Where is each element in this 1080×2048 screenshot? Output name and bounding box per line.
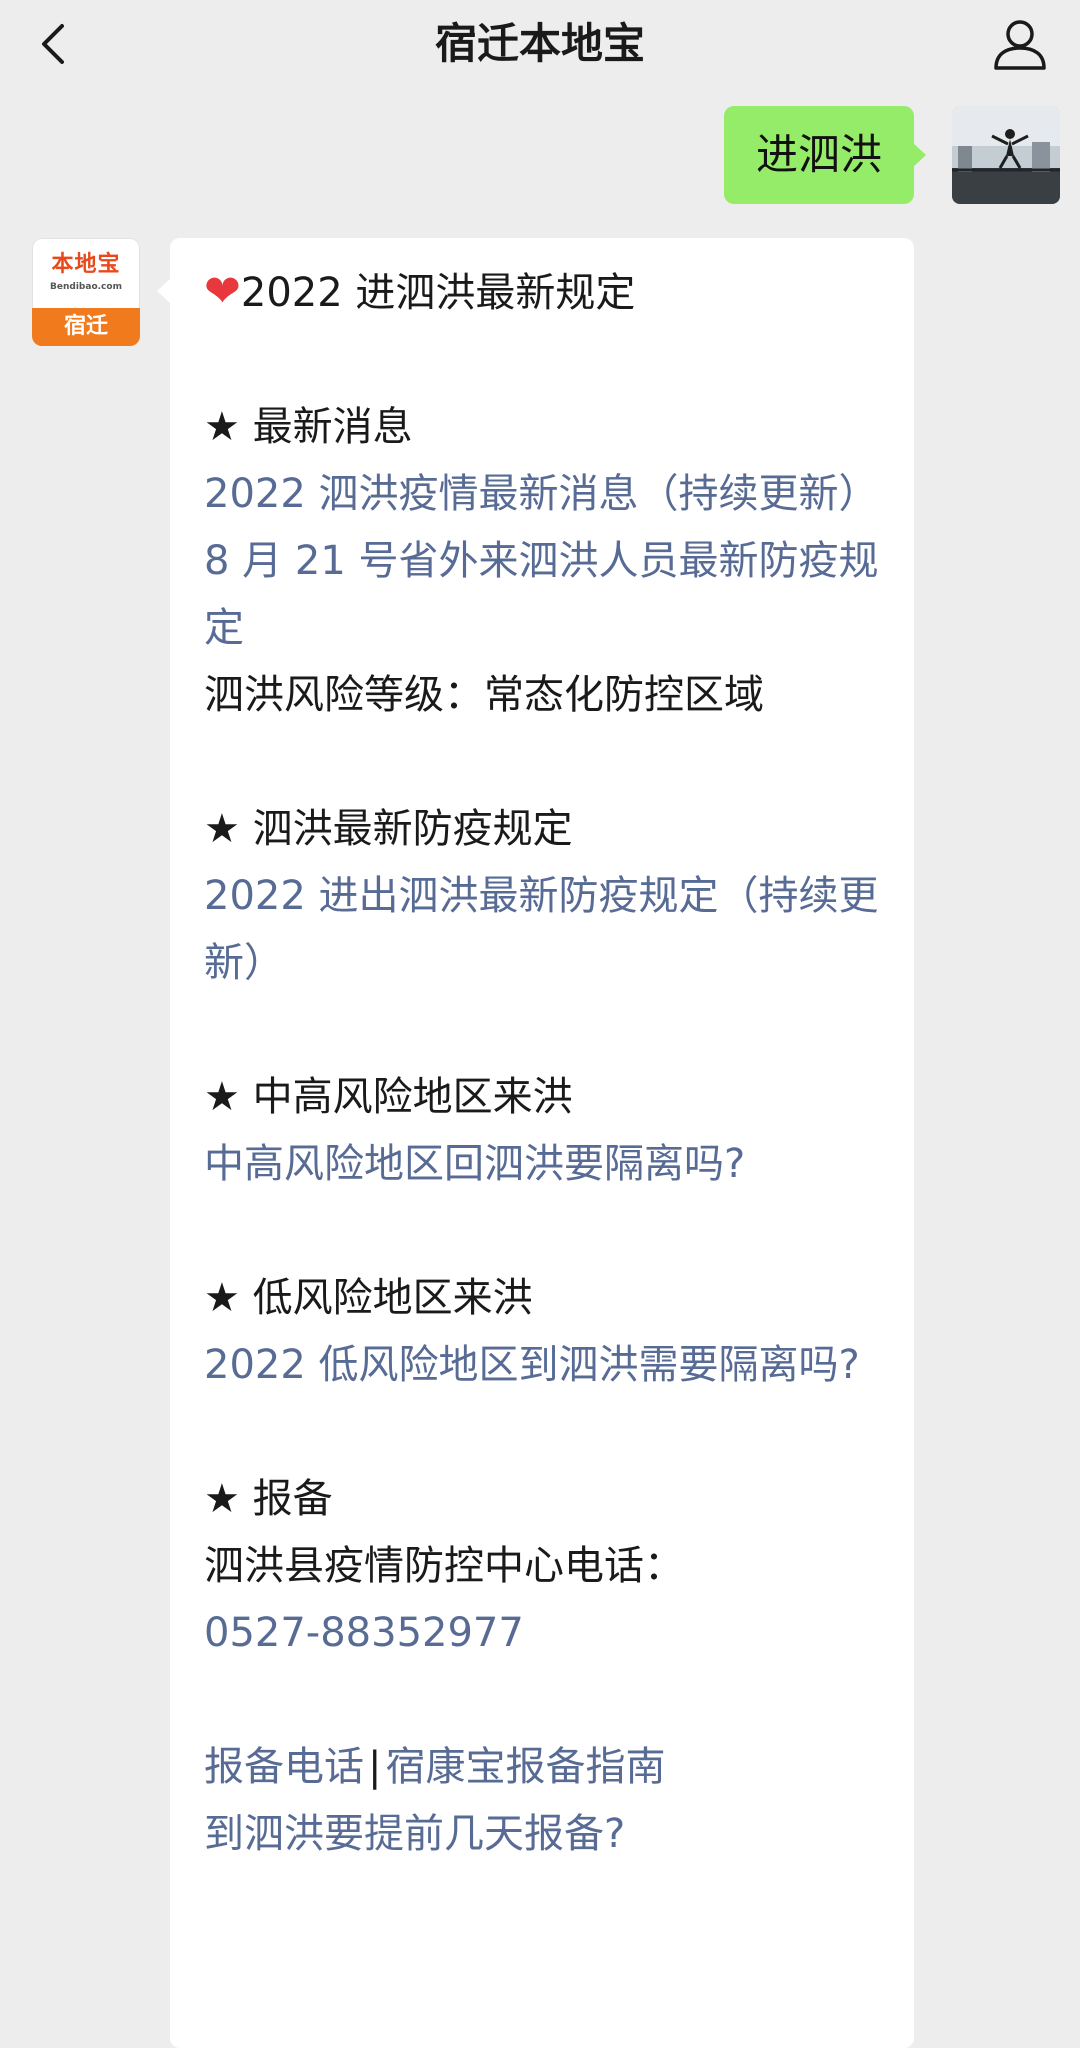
section-title-high-risk: ★ 中高风险地区来洪 [204,1074,573,1120]
link-report-days-ahead[interactable]: 到泗洪要提前几天报备? [204,1801,884,1868]
heart-icon: ❤ [204,266,241,317]
section-title-low-risk: ★ 低风险地区来洪 [204,1275,533,1321]
navigation-bar: 宿迁本地宝 [0,0,1080,96]
profile-icon[interactable] [988,12,1052,76]
section-title-rules: ★ 泗洪最新防疫规定 [204,806,573,852]
link-low-risk-quarantine[interactable]: 2022 低风险地区到泗洪需要隔离吗? [204,1332,884,1399]
incoming-bubble-tail [157,278,171,304]
hotline-label: 泗洪县疫情防控中心电话： [204,1543,684,1589]
logo-url-text: Bendibao.com [50,282,122,292]
link-entry-exit-rules[interactable]: 2022 进出泗洪最新防疫规定（持续更新） [204,863,884,997]
link-outside-province-rules[interactable]: 8 月 21 号省外来泗洪人员最新防疫规定 [204,528,884,662]
link-sukangbao-guide[interactable]: 宿康宝报备指南 [385,1744,665,1790]
link-report-phone[interactable]: 报备电话 [204,1744,364,1790]
message-headline: ❤2022 进泗洪最新规定 [204,266,636,317]
chat-title: 宿迁本地宝 [434,19,645,68]
report-links-row: 报备电话 | 宿康宝报备指南 [204,1734,884,1801]
incoming-message-bubble: ❤2022 进泗洪最新规定 ★ 最新消息 2022 泗洪疫情最新消息（持续更新）… [170,238,914,2048]
user-avatar[interactable] [952,106,1060,204]
logo-brand-text: 本地宝 [51,252,121,277]
risk-level-note: 泗洪风险等级：常态化防控区域 [204,672,764,718]
bot-avatar[interactable]: 本地宝 Bendibao.com 宿迁 [32,238,140,346]
hotline-phone-number[interactable]: 0527-88352977 [204,1600,884,1667]
link-high-risk-quarantine[interactable]: 中高风险地区回泗洪要隔离吗? [204,1131,884,1198]
outgoing-bubble[interactable]: 进泗洪 [723,106,914,204]
outgoing-bubble-tail [912,142,926,168]
section-title-report: ★ 报备 [204,1476,333,1522]
link-separator: | [368,1744,382,1790]
logo-city-text: 宿迁 [32,308,140,346]
link-latest-news[interactable]: 2022 泗洪疫情最新消息（持续更新） [204,461,884,528]
section-title-latest: ★ 最新消息 [204,404,413,450]
outgoing-message: 进泗洪 [660,106,1060,206]
